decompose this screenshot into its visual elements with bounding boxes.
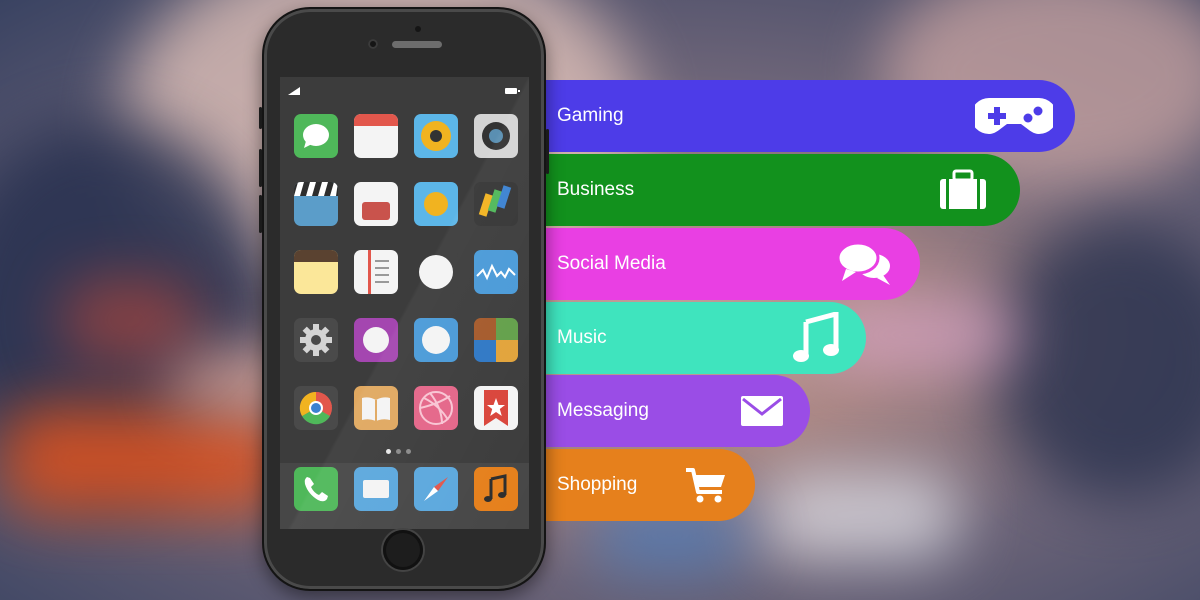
circle-app-icon[interactable] [414, 250, 458, 294]
dribbble-icon[interactable] [414, 386, 458, 430]
camera-lens-icon[interactable] [414, 114, 458, 158]
settings-gear-icon[interactable] [294, 318, 338, 362]
blue-app-icon[interactable] [414, 318, 458, 362]
category-messaging[interactable]: Messaging [520, 375, 810, 447]
envelope-icon [740, 395, 784, 427]
category-social-media[interactable]: Social Media [520, 228, 920, 300]
gamepad-icon [975, 94, 1053, 138]
chat-bubbles-icon [836, 239, 894, 289]
phone-icon[interactable] [294, 467, 338, 511]
battery-icon [505, 88, 520, 94]
home-button[interactable] [383, 530, 423, 570]
phone-screen [280, 77, 529, 529]
compass-icon[interactable] [414, 467, 458, 511]
book-list-icon[interactable] [354, 250, 398, 294]
music-note-icon [792, 312, 840, 364]
category-business[interactable]: Business [520, 154, 1020, 226]
grid-app-icon[interactable] [474, 318, 518, 362]
smartphone [259, 7, 549, 591]
calendar-icon[interactable] [354, 114, 398, 158]
purple-app-icon[interactable] [354, 318, 398, 362]
ibooks-icon[interactable] [354, 386, 398, 430]
proximity-sensor [415, 26, 421, 32]
clapperboard-icon[interactable] [294, 182, 338, 226]
category-music[interactable]: Music [520, 302, 866, 374]
front-camera [368, 39, 378, 49]
messages-icon[interactable] [294, 114, 338, 158]
page-indicator[interactable] [386, 449, 411, 454]
wallet-icon[interactable] [354, 182, 398, 226]
signal-icon [288, 87, 300, 95]
briefcase-icon [938, 169, 988, 211]
photo-lens-icon[interactable] [474, 114, 518, 158]
cards-icon[interactable] [474, 182, 518, 226]
page-dot[interactable] [406, 449, 411, 454]
category-shopping[interactable]: Shopping [520, 449, 755, 521]
weather-icon[interactable] [414, 182, 458, 226]
app-dock [280, 463, 529, 529]
shopping-cart-icon [684, 465, 728, 505]
page-dot[interactable] [396, 449, 401, 454]
category-gaming[interactable]: Gaming [520, 80, 1075, 152]
earpiece-speaker [392, 41, 442, 48]
music-app-icon[interactable] [474, 467, 518, 511]
stocks-icon[interactable] [474, 250, 518, 294]
status-bar [280, 77, 529, 103]
bookmark-star-icon[interactable] [474, 386, 518, 430]
chrome-icon[interactable] [294, 386, 338, 430]
page-dot[interactable] [386, 449, 391, 454]
mail-icon[interactable] [354, 467, 398, 511]
notes-icon[interactable] [294, 250, 338, 294]
